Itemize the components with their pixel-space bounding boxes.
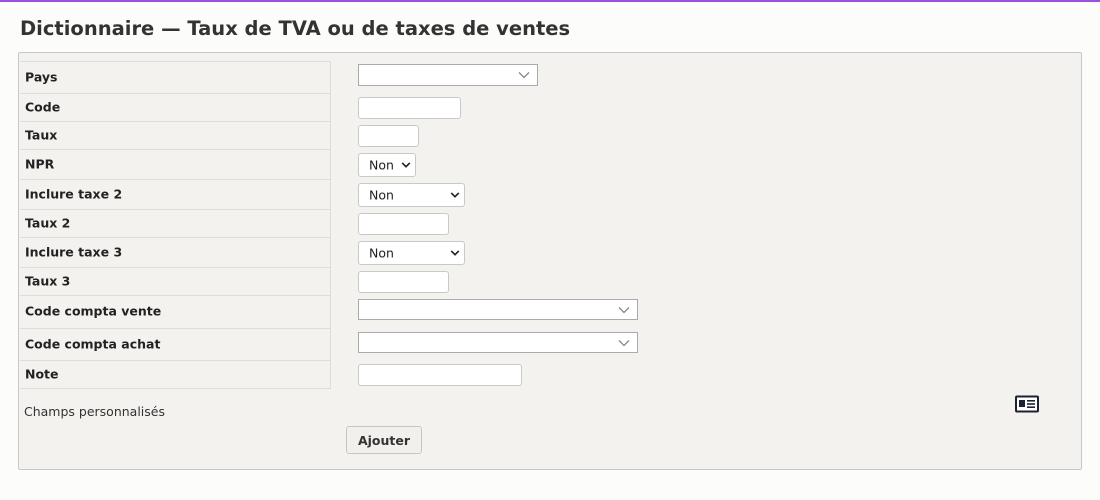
npr-label: NPR [25, 156, 55, 172]
taux-3-label: Taux 3 [25, 273, 71, 289]
row-taux-2: Taux 2 [20, 210, 331, 238]
inclure-taxe-2-label: Inclure taxe 2 [25, 186, 123, 202]
row-taux-3: Taux 3 [20, 268, 331, 296]
rate3-input[interactable] [358, 271, 449, 293]
chevron-down-icon [518, 72, 530, 79]
chevron-down-icon [618, 339, 630, 346]
taux-2-label: Taux 2 [25, 215, 71, 231]
chevron-down-icon [450, 192, 460, 198]
npr-select[interactable]: Non [358, 153, 416, 177]
row-npr: NPR [20, 150, 331, 180]
country-select[interactable] [358, 64, 538, 86]
row-inclure-taxe-3: Inclure taxe 3 [20, 238, 331, 268]
inclure-taxe-3-label: Inclure taxe 3 [25, 244, 123, 260]
row-code-compta-achat: Code compta achat [20, 329, 331, 361]
rate-input[interactable] [358, 125, 419, 147]
code-label: Code [25, 99, 61, 115]
chevron-down-icon [401, 162, 411, 168]
row-note: Note [20, 361, 331, 389]
taux-label: Taux [25, 127, 58, 143]
note-input[interactable] [358, 364, 522, 386]
chevron-down-icon [618, 306, 630, 313]
row-code-compta-vente: Code compta vente [20, 296, 331, 329]
sales-account-select[interactable] [358, 299, 638, 320]
include-tax3-select[interactable]: Non [358, 241, 465, 265]
code-compta-vente-label: Code compta vente [25, 303, 162, 319]
row-inclure-taxe-2: Inclure taxe 2 [20, 180, 331, 210]
rate2-input[interactable] [358, 213, 449, 235]
row-pays: Pays [20, 62, 331, 94]
vat-rate-form: Pays Code Taux NPR Non Inclure taxe 2 No… [18, 52, 1082, 470]
chevron-down-icon [450, 250, 460, 256]
pays-label: Pays [25, 69, 58, 85]
card-icon[interactable] [1015, 395, 1039, 413]
page-title: Dictionnaire — Taux de TVA ou de taxes d… [20, 17, 571, 40]
top-accent-bar [0, 0, 1100, 2]
extra-fields-label: Champs personnalisés [24, 404, 165, 419]
npr-value: Non [369, 157, 394, 173]
note-label: Note [25, 366, 59, 382]
code-input[interactable] [358, 97, 461, 119]
purchase-account-select[interactable] [358, 332, 638, 353]
add-button[interactable]: Ajouter [346, 426, 422, 454]
include-tax3-value: Non [369, 245, 394, 261]
row-taux: Taux [20, 122, 331, 150]
code-compta-achat-label: Code compta achat [25, 336, 161, 352]
include-tax2-value: Non [369, 187, 394, 203]
include-tax2-select[interactable]: Non [358, 183, 465, 207]
row-code: Code [20, 94, 331, 122]
